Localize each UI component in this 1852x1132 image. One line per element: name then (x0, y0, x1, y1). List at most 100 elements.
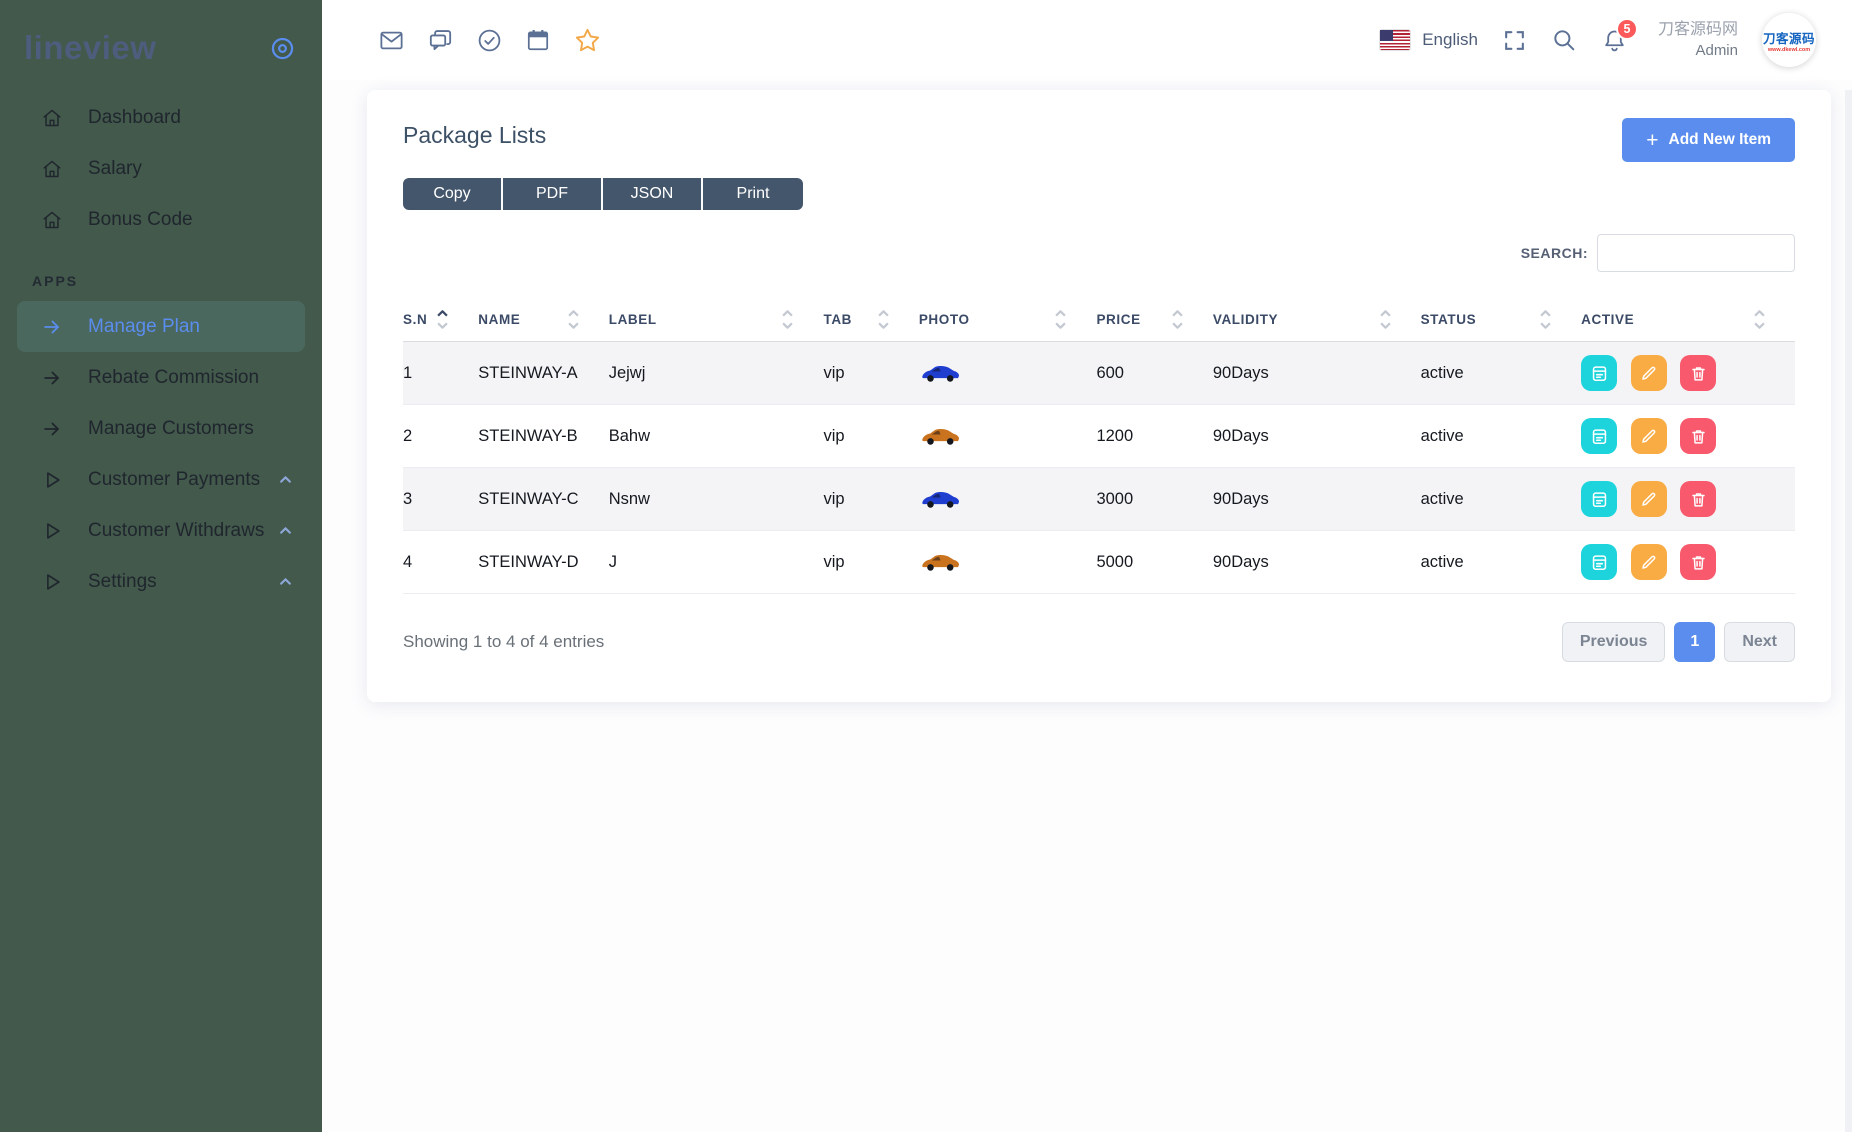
sidebar-toggle-button[interactable] (269, 35, 296, 62)
topbar-right: English 5 刀客源码网 Admin 刀客源码 www.dkewl.com (1380, 13, 1816, 67)
page-1-button[interactable]: 1 (1674, 622, 1715, 662)
column-header-status[interactable]: STATUS (1421, 298, 1582, 342)
cell-status: active (1421, 405, 1582, 468)
notifications-button[interactable]: 5 (1601, 27, 1628, 54)
view-button[interactable] (1581, 418, 1617, 454)
sidebar-item-settings[interactable]: Settings (0, 556, 322, 607)
sidebar-item-bonus-code[interactable]: Bonus Code (0, 194, 322, 245)
sidebar-item-label: Settings (88, 571, 157, 593)
cell-actions (1581, 342, 1795, 405)
edit-button[interactable] (1631, 418, 1667, 454)
sidebar-item-customer-withdraws[interactable]: Customer Withdraws (0, 505, 322, 556)
edit-button[interactable] (1631, 355, 1667, 391)
arrow-right-icon (40, 316, 64, 338)
main-area: English 5 刀客源码网 Admin 刀客源码 www.dkewl.com (322, 0, 1852, 1132)
view-button[interactable] (1581, 544, 1617, 580)
delete-button[interactable] (1680, 481, 1716, 517)
sidebar-item-label: Manage Plan (88, 316, 200, 338)
trash-icon (1689, 553, 1708, 572)
trash-icon (1689, 490, 1708, 509)
column-header-validity[interactable]: VALIDITY (1213, 298, 1421, 342)
cell-status: active (1421, 531, 1582, 594)
sidebar-item-label: Salary (88, 158, 142, 180)
chevron-up-icon (279, 475, 292, 484)
language-selector[interactable]: English (1380, 30, 1478, 50)
record-circle-icon (269, 35, 296, 62)
copy-button[interactable]: Copy (403, 178, 503, 210)
next-page-button[interactable]: Next (1724, 622, 1795, 662)
search-button[interactable] (1551, 27, 1577, 53)
cell-validity: 90Days (1213, 342, 1421, 405)
table-row: 1 STEINWAY-A Jejwj vip 600 90Days active (403, 342, 1795, 405)
tasks-button[interactable] (476, 27, 503, 54)
cell-validity: 90Days (1213, 531, 1421, 594)
search-icon (1551, 27, 1577, 53)
json-button[interactable]: JSON (603, 178, 703, 210)
page-title: Package Lists (403, 122, 546, 149)
view-button[interactable] (1581, 481, 1617, 517)
cell-photo (919, 342, 1097, 405)
column-header-label[interactable]: LABEL (609, 298, 824, 342)
sidebar-main-nav: Dashboard Salary Bonus Code (0, 92, 322, 245)
sidebar-section-apps: APPS (32, 273, 322, 289)
column-header-sn[interactable]: S.N (403, 298, 478, 342)
favorites-button[interactable] (573, 26, 602, 55)
cell-price: 3000 (1096, 468, 1212, 531)
sidebar-item-rebate-commission[interactable]: Rebate Commission (0, 352, 322, 403)
table-row: 4 STEINWAY-D J vip 5000 90Days active (403, 531, 1795, 594)
cell-actions (1581, 531, 1795, 594)
arrow-right-icon (40, 418, 64, 440)
table-footer: Showing 1 to 4 of 4 entries Previous 1 N… (403, 622, 1795, 662)
pdf-button[interactable]: PDF (503, 178, 603, 210)
app-logo[interactable]: lineview (24, 29, 156, 67)
delete-button[interactable] (1680, 418, 1716, 454)
edit-button[interactable] (1631, 481, 1667, 517)
search-input[interactable] (1597, 234, 1795, 272)
column-header-photo[interactable]: PHOTO (919, 298, 1097, 342)
sidebar-item-salary[interactable]: Salary (0, 143, 322, 194)
add-new-item-button[interactable]: + Add New Item (1622, 118, 1795, 162)
sidebar-item-dashboard[interactable]: Dashboard (0, 92, 322, 143)
avatar[interactable]: 刀客源码 www.dkewl.com (1762, 13, 1816, 67)
cell-sn: 3 (403, 468, 478, 531)
home-icon (40, 158, 64, 180)
trash-icon (1689, 427, 1708, 446)
sort-icons (437, 310, 448, 329)
mail-button[interactable] (378, 27, 405, 54)
play-icon (40, 469, 64, 491)
sidebar-item-manage-customers[interactable]: Manage Customers (0, 403, 322, 454)
view-button[interactable] (1581, 355, 1617, 391)
sidebar-item-manage-plan[interactable]: Manage Plan (17, 301, 305, 352)
package-lists-card: Package Lists + Add New Item Copy PDF JS… (367, 90, 1831, 702)
chat-button[interactable] (427, 27, 454, 54)
edit-button[interactable] (1631, 544, 1667, 580)
delete-button[interactable] (1680, 544, 1716, 580)
column-header-active[interactable]: ACTIVE (1581, 298, 1795, 342)
arrow-right-icon (40, 367, 64, 389)
user-role: Admin (1658, 41, 1738, 61)
pencil-icon (1639, 490, 1658, 509)
sidebar: lineview Dashboard Salary Bonus Code APP… (0, 0, 322, 1132)
pencil-icon (1639, 364, 1658, 383)
play-icon (40, 520, 64, 542)
print-button[interactable]: Print (703, 178, 803, 210)
column-header-name[interactable]: NAME (478, 298, 608, 342)
fullscreen-button[interactable] (1502, 28, 1527, 53)
cell-label: J (609, 531, 824, 594)
sort-icons (1055, 310, 1066, 329)
card-header: Package Lists + Add New Item (403, 118, 1795, 162)
cell-tab: vip (823, 468, 918, 531)
user-info[interactable]: 刀客源码网 Admin (1658, 19, 1738, 61)
delete-button[interactable] (1680, 355, 1716, 391)
scrollbar[interactable] (1845, 90, 1852, 1132)
sidebar-item-label: Customer Payments (88, 469, 260, 491)
previous-page-button[interactable]: Previous (1562, 622, 1666, 662)
calendar-button[interactable] (525, 27, 551, 53)
sidebar-item-customer-payments[interactable]: Customer Payments (0, 454, 322, 505)
cell-label: Jejwj (609, 342, 824, 405)
column-header-price[interactable]: PRICE (1096, 298, 1212, 342)
column-header-tab[interactable]: TAB (823, 298, 918, 342)
home-icon (40, 209, 64, 231)
cell-validity: 90Days (1213, 405, 1421, 468)
search-label: SEARCH: (1521, 245, 1588, 261)
